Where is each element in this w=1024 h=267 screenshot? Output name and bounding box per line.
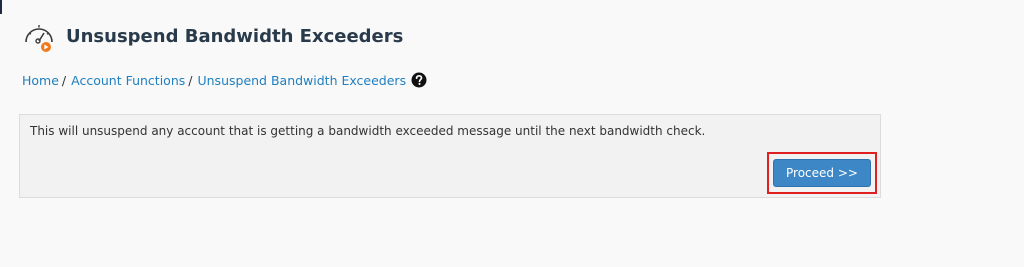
breadcrumb-separator: / [61,72,67,88]
action-panel: This will unsuspend any account that is … [19,114,881,198]
breadcrumb-home-link[interactable]: Home [22,73,59,88]
page-header: Unsuspend Bandwidth Exceeders [22,20,403,54]
breadcrumb-separator: / [188,72,193,88]
window-edge [0,0,2,14]
page: Unsuspend Bandwidth Exceeders Home / Acc… [0,0,1024,267]
gauge-icon [25,25,53,52]
description-text: This will unsuspend any account that is … [30,124,706,138]
breadcrumb-account-functions-link[interactable]: Account Functions [71,73,185,88]
page-title: Unsuspend Bandwidth Exceeders [66,26,404,47]
breadcrumb-current-link[interactable]: Unsuspend Bandwidth Exceeders [197,73,406,88]
proceed-button[interactable]: Proceed >> [773,159,871,187]
help-circle-icon[interactable] [411,72,427,88]
breadcrumb: Home / Account Functions / Unsuspend Ban… [22,70,427,90]
